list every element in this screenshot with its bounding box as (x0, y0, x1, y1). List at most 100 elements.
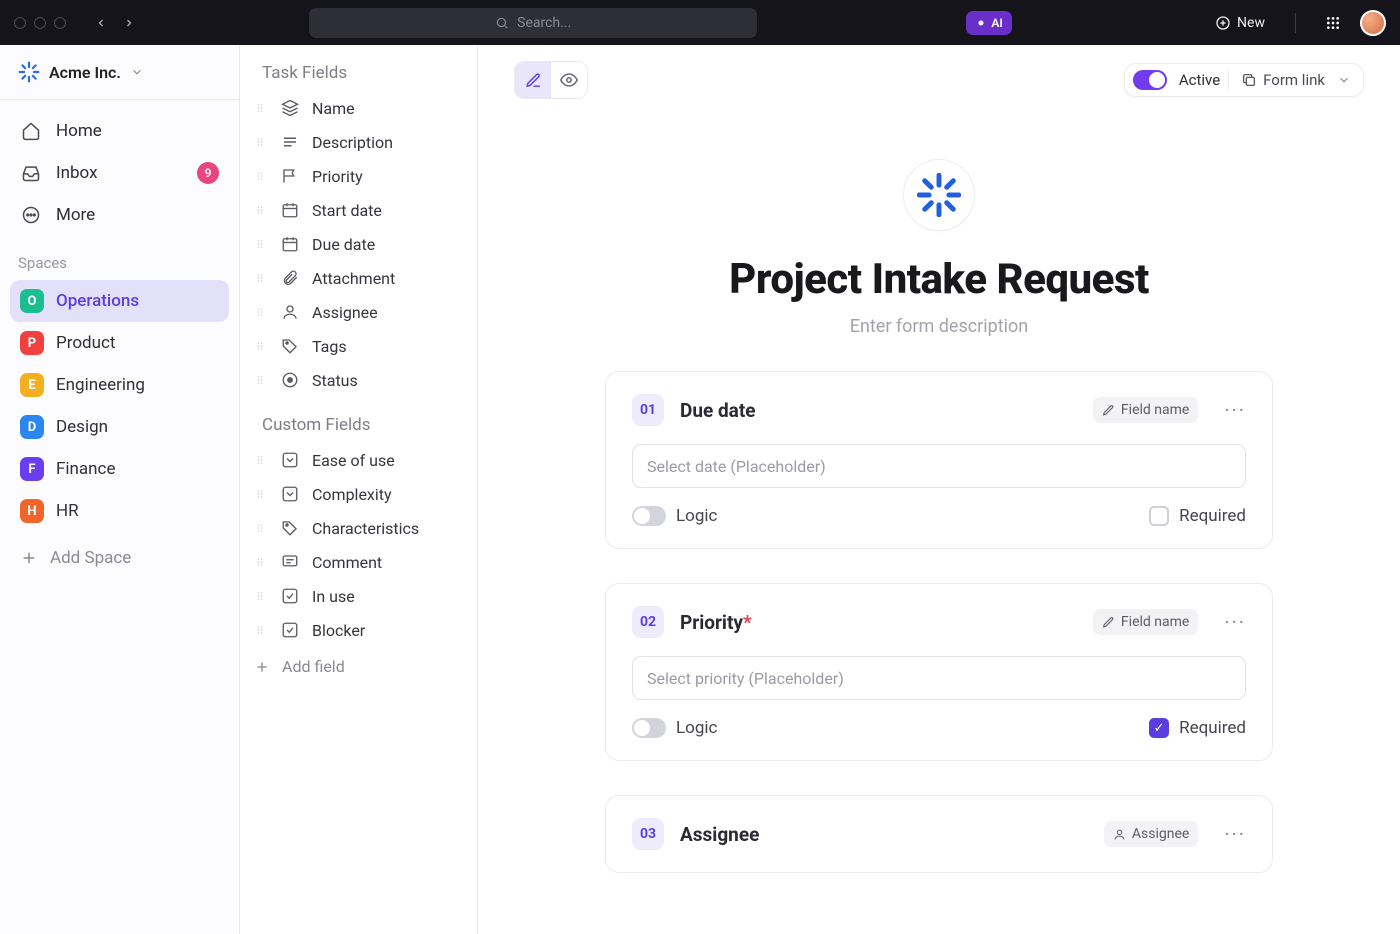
field-item-tags[interactable]: Tags (240, 329, 477, 363)
field-item-blocker[interactable]: Blocker (240, 613, 477, 647)
space-avatar: P (20, 331, 44, 355)
min-dot[interactable] (34, 17, 46, 29)
form-link-button[interactable]: Form link (1241, 71, 1355, 89)
preview-mode-button[interactable] (551, 62, 587, 98)
field-badge[interactable]: Field name (1093, 397, 1198, 423)
field-item-status[interactable]: Status (240, 363, 477, 397)
field-title[interactable]: Priority* (680, 611, 752, 634)
edit-mode-button[interactable] (515, 62, 551, 98)
field-title[interactable]: Due date (680, 399, 756, 422)
field-more-button[interactable]: ··· (1224, 822, 1246, 846)
drag-handle-icon[interactable] (254, 238, 268, 250)
drag-handle-icon[interactable] (254, 488, 268, 500)
space-avatar: H (20, 499, 44, 523)
required-checkbox[interactable] (1149, 506, 1169, 526)
field-title[interactable]: Assignee (680, 823, 759, 846)
drag-handle-icon[interactable] (254, 170, 268, 182)
space-item-product[interactable]: PProduct (10, 322, 229, 364)
space-item-design[interactable]: DDesign (10, 406, 229, 448)
task-fields-heading: Task Fields (240, 63, 477, 91)
form-field-card-02[interactable]: 02Priority*Field name···Select priority … (605, 583, 1273, 761)
field-item-attachment[interactable]: Attachment (240, 261, 477, 295)
copy-icon (1241, 72, 1257, 88)
field-item-due-date[interactable]: Due date (240, 227, 477, 261)
form-description-input[interactable]: Enter form description (514, 316, 1364, 337)
field-item-name[interactable]: Name (240, 91, 477, 125)
status-icon-wrap (280, 370, 300, 390)
required-checkbox[interactable]: ✓ (1149, 718, 1169, 738)
form-field-card-01[interactable]: 01Due dateField name···Select date (Plac… (605, 371, 1273, 549)
space-item-finance[interactable]: FFinance (10, 448, 229, 490)
apps-menu-button[interactable] (1320, 10, 1346, 36)
space-item-hr[interactable]: HHR (10, 490, 229, 532)
dropdown-icon (281, 485, 299, 503)
form-title[interactable]: Project Intake Request (514, 255, 1364, 304)
home-icon (21, 121, 41, 141)
field-item-description[interactable]: Description (240, 125, 477, 159)
field-item-in-use[interactable]: In use (240, 579, 477, 613)
field-item-complexity[interactable]: Complexity (240, 477, 477, 511)
drag-handle-icon[interactable] (254, 454, 268, 466)
field-item-characteristics[interactable]: Characteristics (240, 511, 477, 545)
ai-button[interactable]: AI (966, 11, 1011, 35)
space-item-engineering[interactable]: EEngineering (10, 364, 229, 406)
add-field-button[interactable]: Add field (240, 647, 477, 686)
logic-label: Logic (676, 506, 717, 526)
drag-handle-icon[interactable] (254, 522, 268, 534)
new-button[interactable]: New (1215, 15, 1265, 31)
add-space-button[interactable]: Add Space (10, 536, 229, 580)
eye-icon (560, 71, 578, 89)
nav-more[interactable]: More (10, 194, 229, 236)
max-dot[interactable] (54, 17, 66, 29)
field-item-priority[interactable]: Priority (240, 159, 477, 193)
field-label: Blocker (312, 621, 365, 640)
logic-toggle[interactable] (632, 506, 666, 526)
field-placeholder-input[interactable]: Select date (Placeholder) (632, 444, 1246, 488)
field-label: Description (312, 133, 393, 152)
field-label: Ease of use (312, 451, 395, 470)
form-logo[interactable] (903, 159, 975, 231)
drag-handle-icon[interactable] (254, 340, 268, 352)
field-label: Characteristics (312, 519, 419, 538)
field-more-button[interactable]: ··· (1224, 398, 1246, 422)
drag-handle-icon[interactable] (254, 556, 268, 568)
drag-handle-icon[interactable] (254, 590, 268, 602)
divider (1295, 13, 1296, 33)
nav-back-button[interactable] (90, 12, 112, 34)
nav-home[interactable]: Home (10, 110, 229, 152)
drag-handle-icon[interactable] (254, 374, 268, 386)
workspace-switcher[interactable]: Acme Inc. (0, 45, 239, 100)
grid-icon (1325, 15, 1341, 31)
form-field-card-03[interactable]: 03AssigneeAssignee··· (605, 795, 1273, 873)
field-item-assignee[interactable]: Assignee (240, 295, 477, 329)
field-badge[interactable]: Field name (1093, 609, 1198, 635)
drag-handle-icon[interactable] (254, 306, 268, 318)
grip-icon (254, 238, 266, 250)
flag-icon (281, 167, 299, 185)
grip-icon (254, 170, 266, 182)
field-item-start-date[interactable]: Start date (240, 193, 477, 227)
logic-toggle[interactable] (632, 718, 666, 738)
close-dot[interactable] (14, 17, 26, 29)
drag-handle-icon[interactable] (254, 624, 268, 636)
field-placeholder-input[interactable]: Select priority (Placeholder) (632, 656, 1246, 700)
field-item-ease-of-use[interactable]: Ease of use (240, 443, 477, 477)
drag-handle-icon[interactable] (254, 272, 268, 284)
global-search-input[interactable]: Search... (309, 8, 757, 38)
field-item-comment[interactable]: Comment (240, 545, 477, 579)
user-avatar[interactable] (1360, 10, 1386, 36)
grip-icon (254, 624, 266, 636)
drag-handle-icon[interactable] (254, 102, 268, 114)
nav-forward-button[interactable] (118, 12, 140, 34)
field-more-button[interactable]: ··· (1224, 610, 1246, 634)
window-controls[interactable] (14, 17, 66, 29)
form-link-label: Form link (1263, 71, 1325, 89)
active-toggle[interactable] (1133, 70, 1167, 90)
field-badge[interactable]: Assignee (1104, 821, 1198, 847)
space-item-operations[interactable]: OOperations (10, 280, 229, 322)
nav-inbox[interactable]: Inbox 9 (10, 152, 229, 194)
drag-handle-icon[interactable] (254, 136, 268, 148)
nav-more-label: More (56, 205, 95, 225)
drag-handle-icon[interactable] (254, 204, 268, 216)
more-horizontal-icon (21, 205, 41, 225)
